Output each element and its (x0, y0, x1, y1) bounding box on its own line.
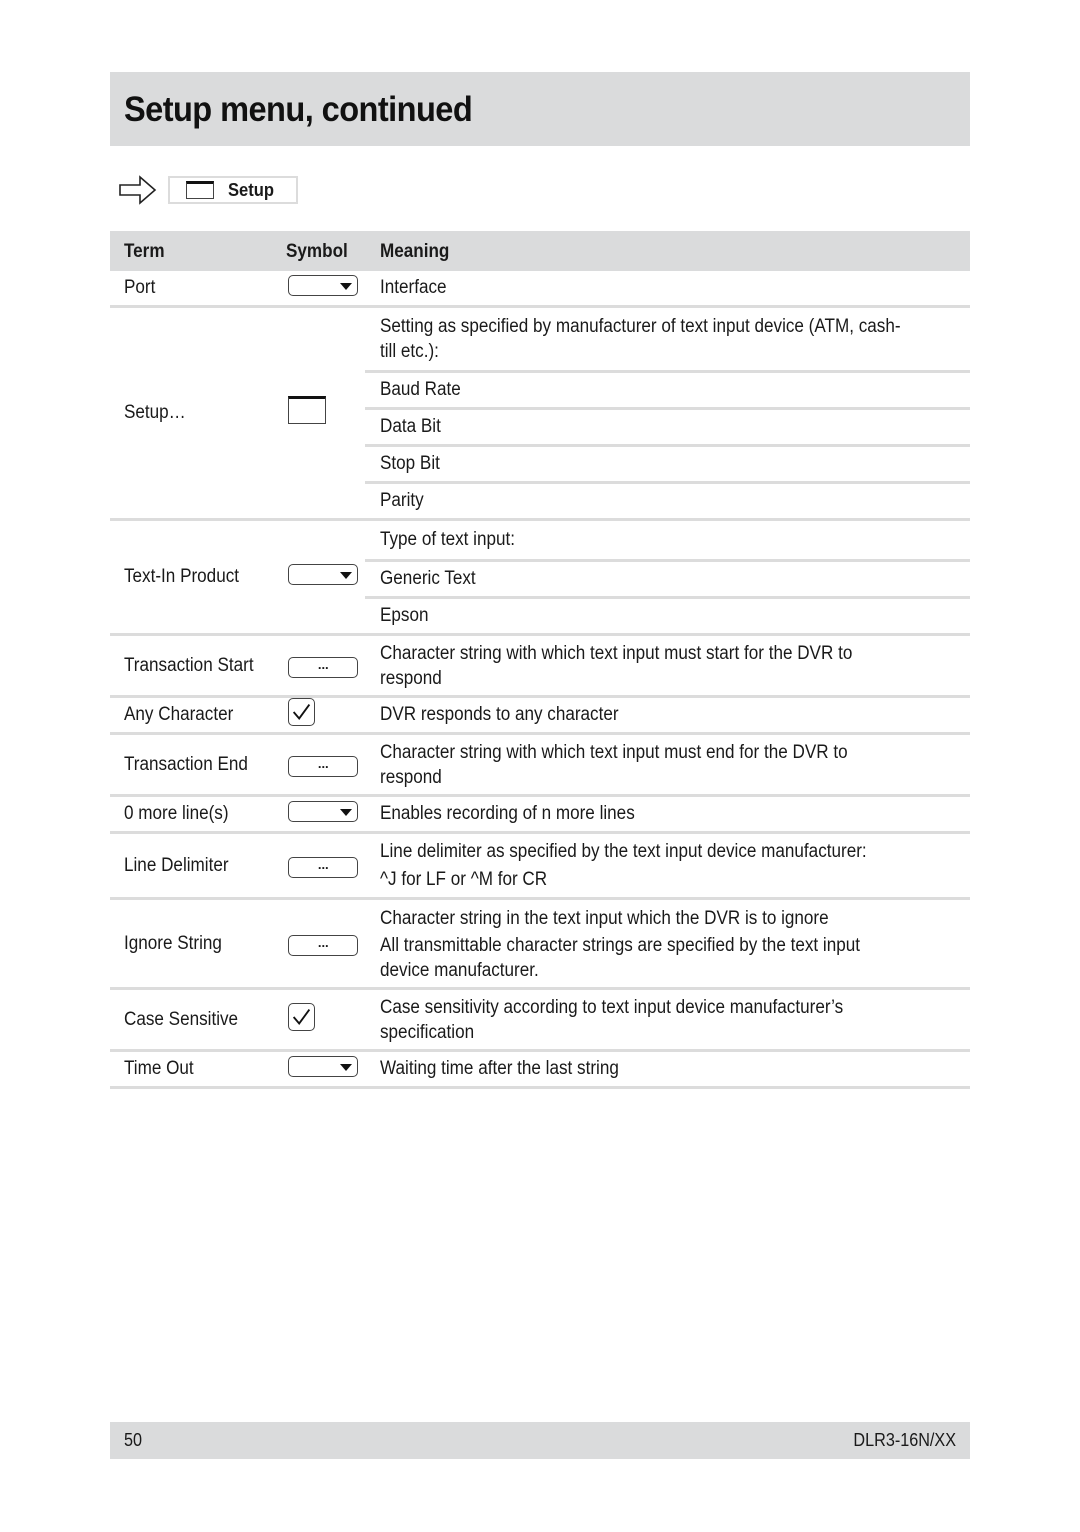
table-row: Case Sensitive Case sensitivity accordin… (110, 988, 970, 1052)
term-cell: Case Sensitive (110, 988, 287, 1052)
breadcrumb-setup-chip: Setup (168, 176, 298, 204)
dropdown-icon (288, 1055, 359, 1077)
term-cell: Transaction End (110, 733, 287, 797)
term-cell: Port (110, 271, 287, 308)
meaning-cell: DVR responds to any character (365, 696, 970, 735)
table-row: Port Interface (110, 271, 970, 308)
checkbox-checked-icon (288, 1002, 316, 1031)
term-cell: Text-In Product (110, 519, 287, 636)
meaning-cell: Epson (365, 597, 970, 636)
meaning-cell: Type of text input: (365, 519, 970, 562)
breadcrumb-label: Setup (228, 179, 275, 200)
meaning-cell: Generic Text (365, 560, 970, 599)
window-icon (186, 181, 214, 199)
meaning-cell: Character string with which text input m… (365, 634, 970, 698)
page-footer: 50 DLR3-16N/XX (110, 1422, 970, 1459)
meaning-cell: Case sensitivity according to text input… (365, 988, 970, 1052)
meaning-cell: Setting as specified by manufacturer of … (365, 306, 970, 373)
title-bar: Setup menu, continued (110, 72, 970, 146)
table-row: Text-In Product Type of text input: (110, 519, 970, 636)
meaning-cell: Interface (365, 271, 970, 308)
arrow-right-icon (119, 175, 157, 205)
dropdown-icon (288, 274, 359, 296)
meaning-cell: Enables recording of n more lines (365, 795, 970, 834)
table-row: 0 more line(s) Enables recording of n mo… (110, 795, 970, 834)
ellipsis-button-icon: ... (288, 857, 359, 878)
page-number: 50 (124, 1430, 143, 1450)
term-cell: Ignore String (110, 898, 287, 990)
ellipsis-button-icon: ... (288, 657, 359, 678)
dropdown-icon (288, 800, 359, 822)
table-header: Term Symbol Meaning (110, 231, 970, 271)
meaning-cell: Baud Rate (365, 371, 970, 410)
setup-terms-table: Term Symbol Meaning Port Interface Setup… (110, 231, 970, 1089)
table-row: Time Out Waiting time after the last str… (110, 1050, 970, 1089)
meaning-cell: Line delimiter as specified by the text … (365, 832, 970, 900)
term-cell: Any Character (110, 696, 287, 735)
header-meaning: Meaning (365, 231, 970, 271)
meaning-cell: Data Bit (365, 408, 970, 447)
term-cell: Transaction Start (110, 634, 287, 698)
table-row: Setup… Setting as specified by manufactu… (110, 306, 970, 521)
ellipsis-button-icon: ... (288, 935, 359, 956)
meaning-cell: Character string with which text input m… (365, 733, 970, 797)
term-cell: Line Delimiter (110, 832, 287, 900)
term-cell: Time Out (110, 1050, 287, 1089)
table-row: Line Delimiter ... Line delimiter as spe… (110, 832, 970, 900)
meaning-cell: Stop Bit (365, 445, 970, 484)
term-cell: 0 more line(s) (110, 795, 287, 834)
meaning-cell: Parity (365, 482, 970, 521)
meaning-cell: Character string in the text input which… (365, 898, 970, 990)
dropdown-icon (288, 563, 359, 585)
table-row: Ignore String ... Character string in th… (110, 898, 970, 990)
header-symbol: Symbol (286, 231, 365, 271)
ellipsis-button-icon: ... (288, 756, 359, 777)
table-row: Any Character DVR responds to any charac… (110, 696, 970, 735)
term-cell: Setup… (110, 306, 287, 521)
table-row: Transaction Start ... Character string w… (110, 634, 970, 698)
checkbox-checked-icon (288, 698, 316, 726)
meaning-cell: Waiting time after the last string (365, 1050, 970, 1089)
breadcrumb: Setup (118, 174, 298, 206)
model-number: DLR3-16N/XX (853, 1430, 956, 1450)
window-icon (288, 396, 327, 424)
header-term: Term (110, 231, 287, 271)
page-title: Setup menu, continued (124, 90, 473, 129)
table-row: Transaction End ... Character string wit… (110, 733, 970, 797)
